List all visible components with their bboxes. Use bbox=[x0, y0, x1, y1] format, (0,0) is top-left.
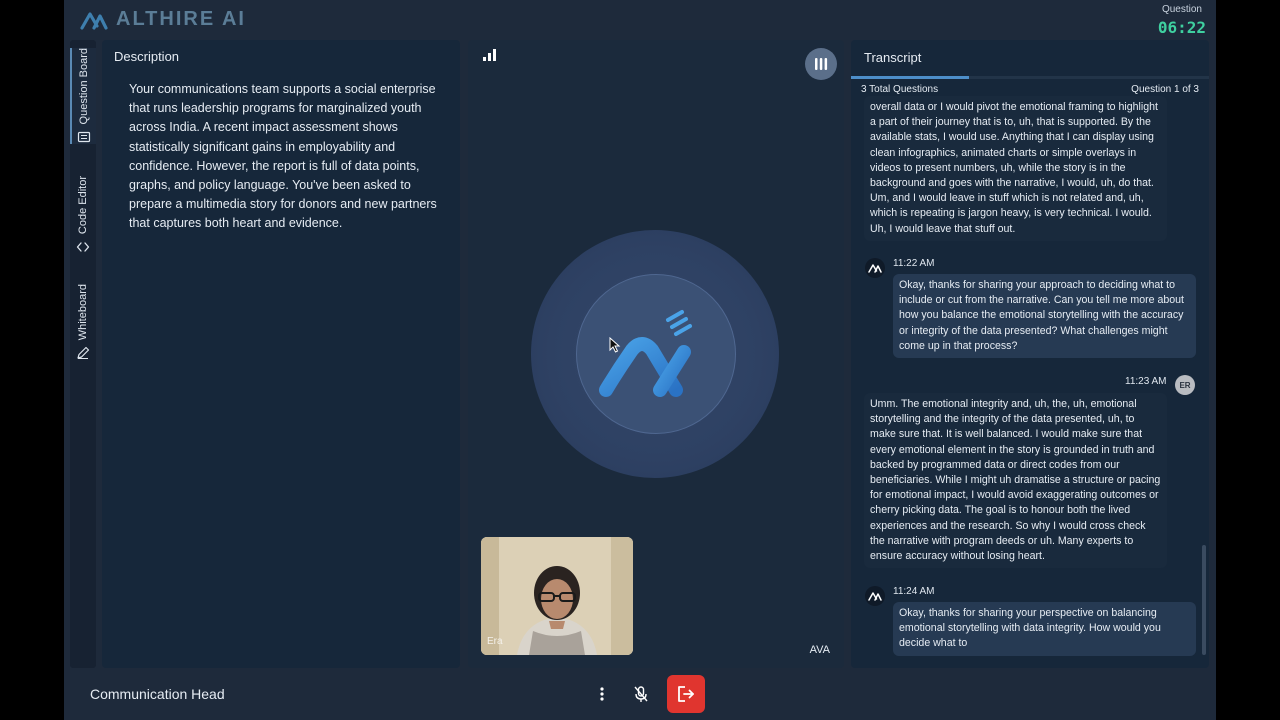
transcript-message-user: overall data or I would pivot the emotio… bbox=[864, 96, 1167, 241]
ai-logo-icon bbox=[868, 592, 882, 601]
ai-name-label: AVA bbox=[809, 644, 830, 656]
transcript-message-ai: Okay, thanks for sharing your perspectiv… bbox=[893, 602, 1196, 656]
role-title: Communication Head bbox=[90, 686, 225, 702]
timer-label: Question bbox=[1161, 4, 1202, 15]
code-icon bbox=[76, 242, 90, 252]
logo-text: ALTHIRE AI bbox=[116, 8, 246, 30]
signal-bars-icon bbox=[483, 49, 496, 61]
message-timestamp: 11:24 AM bbox=[893, 586, 935, 597]
side-rail: Question Board Code Editor Whiteboard bbox=[70, 40, 96, 668]
transcript-scrollbar[interactable] bbox=[1202, 545, 1206, 655]
mic-muted-icon bbox=[634, 686, 648, 702]
ai-avatar bbox=[865, 258, 885, 278]
question-progress-text: Question 1 of 3 bbox=[1131, 84, 1199, 95]
rail-item-question-board[interactable]: Question Board bbox=[70, 48, 96, 145]
logo-icon bbox=[80, 11, 108, 30]
more-options-button[interactable] bbox=[591, 679, 613, 709]
more-vertical-icon bbox=[600, 687, 604, 701]
participant-image bbox=[481, 537, 633, 655]
pen-icon bbox=[77, 347, 90, 360]
transcript-title: Transcript bbox=[864, 50, 922, 65]
question-progress-bar bbox=[851, 76, 1209, 79]
participant-video: Era bbox=[481, 537, 633, 655]
pause-button[interactable] bbox=[805, 48, 837, 80]
leave-call-icon bbox=[678, 686, 694, 702]
rail-item-label: Whiteboard bbox=[77, 284, 89, 341]
leave-call-button[interactable] bbox=[667, 675, 705, 713]
question-progress-fill bbox=[851, 76, 970, 79]
pause-icon bbox=[815, 58, 828, 70]
ai-logo-icon bbox=[599, 310, 692, 397]
interview-stage: Era AVA bbox=[468, 40, 844, 668]
rail-item-code-editor[interactable]: Code Editor bbox=[70, 176, 96, 254]
rail-item-label: Code Editor bbox=[77, 176, 89, 235]
message-timestamp: 11:22 AM bbox=[893, 258, 935, 269]
interview-app: ALTHIRE AI Question 06:22 Question Board… bbox=[64, 0, 1216, 720]
rail-item-label: Question Board bbox=[78, 48, 90, 125]
transcript-message-user: Umm. The emotional integrity and, uh, th… bbox=[864, 393, 1167, 569]
ai-avatar bbox=[865, 586, 885, 606]
timer-value: 06:22 bbox=[1157, 18, 1206, 37]
rail-item-whiteboard[interactable]: Whiteboard bbox=[70, 284, 96, 360]
mouse-cursor-icon bbox=[609, 337, 621, 353]
description-title: Description bbox=[114, 49, 180, 64]
description-text: Your communications team supports a soci… bbox=[129, 82, 437, 231]
ai-logo-icon bbox=[868, 264, 882, 273]
board-icon bbox=[77, 132, 91, 143]
participant-name: Era bbox=[487, 636, 503, 647]
question-timer: Question 06:22 bbox=[1158, 4, 1206, 37]
description-panel: Description Your communications team sup… bbox=[102, 40, 460, 668]
message-timestamp: 11:23 AM bbox=[1125, 376, 1167, 387]
total-questions: 3 Total Questions bbox=[861, 84, 939, 95]
user-avatar: ER bbox=[1175, 375, 1195, 395]
mute-button[interactable] bbox=[629, 679, 653, 709]
transcript-message-ai: Okay, thanks for sharing your approach t… bbox=[893, 274, 1196, 359]
app-logo: ALTHIRE AI bbox=[80, 8, 246, 31]
transcript-panel: Transcript 3 Total Questions Question 1 … bbox=[851, 40, 1209, 668]
